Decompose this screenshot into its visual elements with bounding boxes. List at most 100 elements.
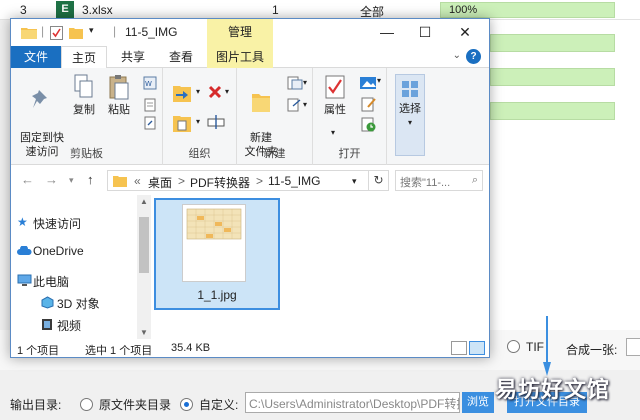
breadcrumb-desktop[interactable]: 桌面 <box>148 174 172 191</box>
nav-item-quick-access[interactable]: ★ 快速访问 <box>17 215 82 232</box>
rename-icon[interactable] <box>207 114 225 130</box>
minimize-button[interactable]: — <box>369 19 405 46</box>
navigation-scrollbar[interactable]: ▲ ▼ <box>137 195 151 339</box>
new-item-icon[interactable] <box>287 76 303 90</box>
title-bar[interactable]: | ▾ | 11-5_IMG 管理 — ☐ ✕ <box>11 19 489 46</box>
new-item-dropdown-icon[interactable]: ▾ <box>303 78 307 87</box>
move-to-dropdown-icon[interactable]: ▾ <box>196 87 200 96</box>
copy-button[interactable]: 复制 <box>69 74 99 117</box>
tab-picture-tools[interactable]: 图片工具 <box>207 46 273 68</box>
tif-option[interactable]: TIF <box>507 340 544 354</box>
select-grid-icon <box>402 81 418 97</box>
tab-home[interactable]: 主页 <box>61 46 107 69</box>
nav-label: 视频 <box>57 319 82 333</box>
copy-to-icon[interactable] <box>173 114 195 132</box>
selection-size: 35.4 KB <box>171 342 211 354</box>
select-button[interactable]: 选择 ▾ <box>395 74 425 156</box>
tab-manage[interactable]: 管理 <box>207 19 273 46</box>
quick-access-dropdown-icon[interactable]: ▾ <box>89 25 94 36</box>
delete-icon[interactable] <box>207 84 223 100</box>
copy-label: 复制 <box>73 104 95 116</box>
copy-to-dropdown-icon[interactable]: ▾ <box>196 117 200 126</box>
file-item[interactable]: 1_1.jpg <box>154 198 280 310</box>
open-with-icon[interactable] <box>359 74 379 90</box>
cube-icon <box>41 296 54 309</box>
properties-checkmark-icon[interactable] <box>50 26 63 40</box>
select-dropdown-icon[interactable]: ▾ <box>396 116 424 130</box>
forward-arrow-icon[interactable]: → <box>45 172 58 187</box>
nav-label: 快速访问 <box>33 217 82 231</box>
pin-icon <box>32 90 47 108</box>
navigation-bar: ← → ▾ ↑ « 桌面 > PDF转换器 > 11-5_IMG ▾ ↻ 搜索"… <box>11 167 489 193</box>
paste-label: 粘贴 <box>108 104 130 116</box>
source-radio[interactable] <box>80 398 93 411</box>
window-title: 11-5_IMG <box>125 25 178 39</box>
task-list-right <box>490 20 640 335</box>
history-icon[interactable] <box>361 116 377 132</box>
custom-radio[interactable] <box>180 398 193 411</box>
easy-access-icon[interactable] <box>287 98 303 112</box>
properties-button[interactable]: 属性 <box>319 74 351 117</box>
breadcrumb-overflow[interactable]: « <box>134 174 141 188</box>
search-input[interactable]: 搜索"11-... ⌕ <box>395 170 483 191</box>
source-label: 原文件夹目录 <box>99 398 172 412</box>
scroll-down-icon[interactable]: ▼ <box>137 328 151 337</box>
svg-text:W: W <box>145 80 152 88</box>
delete-dropdown-icon[interactable]: ▾ <box>225 87 229 96</box>
close-button[interactable]: ✕ <box>447 19 483 46</box>
nav-item-videos[interactable]: 视频 <box>42 317 82 334</box>
recent-dropdown-icon[interactable]: ▾ <box>69 175 74 186</box>
details-view-icon[interactable] <box>451 341 467 355</box>
tab-file[interactable]: 文件 <box>11 46 61 68</box>
output-path-input[interactable]: C:\Users\Administrator\Desktop\PDF转换器 <box>245 392 460 413</box>
status-bar: 1 个项目 选中 1 个项目 35.4 KB <box>11 339 489 357</box>
tab-view[interactable]: 查看 <box>159 46 203 68</box>
row-number: 3 <box>20 3 27 17</box>
maximize-button[interactable]: ☐ <box>407 19 443 46</box>
breadcrumb-pdf-converter[interactable]: PDF转换器 <box>190 174 250 191</box>
paste-button[interactable]: 粘贴 <box>103 74 135 117</box>
refresh-button[interactable]: ↻ <box>369 170 389 191</box>
tif-radio[interactable] <box>507 340 520 353</box>
paste-shortcut-icon[interactable] <box>143 116 157 130</box>
task-row[interactable]: 3 E 3.xlsx 1 全部 100% <box>0 0 640 20</box>
nav-item-this-pc[interactable]: 此电脑 <box>17 273 69 290</box>
breadcrumb-separator: > <box>178 174 186 188</box>
help-icon[interactable]: ? <box>466 49 481 64</box>
back-arrow-icon[interactable]: ← <box>21 172 34 187</box>
new-folder-quick-icon[interactable] <box>69 26 83 39</box>
nav-label: OneDrive <box>33 244 84 258</box>
star-icon: ★ <box>17 215 28 229</box>
scroll-up-icon[interactable]: ▲ <box>137 197 151 206</box>
nav-item-onedrive[interactable]: OneDrive <box>17 244 84 258</box>
properties-dropdown-icon[interactable]: ▾ <box>331 128 335 137</box>
browse-button[interactable]: 浏览 <box>462 392 494 413</box>
excel-file-icon: E <box>56 1 74 18</box>
up-arrow-icon[interactable]: ↑ <box>87 172 94 187</box>
address-bar[interactable]: « 桌面 > PDF转换器 > 11-5_IMG ▾ <box>107 170 369 191</box>
new-group: 新建 文件夹 ▾ ▾ 新建 <box>237 68 313 165</box>
merge-select[interactable] <box>626 338 640 356</box>
copy-path-icon[interactable] <box>143 98 157 112</box>
progress-bar <box>490 34 615 52</box>
select-label: 选择 <box>399 103 421 115</box>
cut-icon[interactable]: W <box>143 76 157 90</box>
ribbon: 固定到快 速访问 复制 粘贴 W 剪贴板 ▾ ▾ ▾ 组织 新建 文件夹 ▾ ▾… <box>11 68 489 165</box>
scrollbar-thumb[interactable] <box>139 217 149 273</box>
easy-access-dropdown-icon[interactable]: ▾ <box>303 100 307 109</box>
move-to-icon[interactable] <box>173 84 195 102</box>
large-icons-view-icon[interactable] <box>469 341 485 355</box>
option-custom[interactable]: 自定义: <box>180 396 238 413</box>
ribbon-expand-icon[interactable]: ⌄ <box>453 50 461 61</box>
edit-icon[interactable] <box>361 96 377 112</box>
option-source-folder[interactable]: 原文件夹目录 <box>80 396 171 413</box>
nav-item-3d-objects[interactable]: 3D 对象 <box>41 295 100 312</box>
address-dropdown-icon[interactable]: ▾ <box>352 176 357 187</box>
tab-share[interactable]: 共享 <box>111 46 155 68</box>
breadcrumb-current[interactable]: 11-5_IMG <box>268 174 320 188</box>
file-name: 1_1.jpg <box>197 288 237 302</box>
row-filename: 3.xlsx <box>82 3 113 17</box>
row-progress-text: 100% <box>449 4 478 16</box>
open-dropdown-icon[interactable]: ▾ <box>377 76 381 85</box>
title-separator: | <box>41 24 45 38</box>
